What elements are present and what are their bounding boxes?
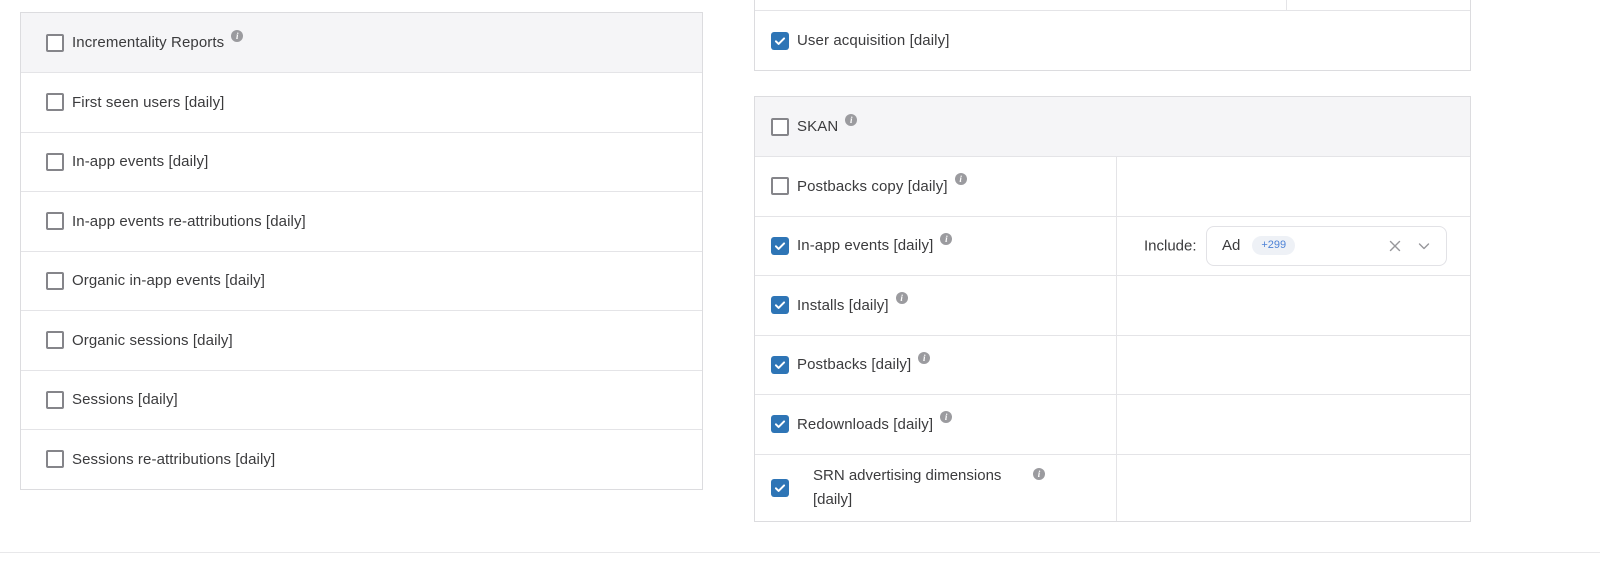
report-label: Installs [daily] xyxy=(797,297,889,314)
cropped-row xyxy=(755,0,1470,11)
report-row: Sessions re-attributions [daily] xyxy=(21,429,702,489)
report-label: In-app events [daily] xyxy=(72,153,208,170)
report-cell: Installs [daily] i xyxy=(755,276,1117,335)
report-row: First seen users [daily] xyxy=(21,72,702,132)
chevron-down-icon[interactable] xyxy=(1416,238,1432,254)
report-cell: In-app events [daily] i xyxy=(755,217,1117,276)
checkbox[interactable] xyxy=(771,415,789,433)
report-label: Organic sessions [daily] xyxy=(72,332,233,349)
report-label-line1: SRN advertising dimensions xyxy=(813,464,1116,488)
report-row: In-app events [daily] i Include: Ad +299 xyxy=(755,216,1470,276)
checkbox[interactable] xyxy=(771,237,789,255)
report-row: In-app events re-attributions [daily] xyxy=(21,191,702,251)
info-icon[interactable]: i xyxy=(955,173,967,185)
report-label: Redownloads [daily] xyxy=(797,416,933,433)
checkbox[interactable] xyxy=(46,93,64,111)
report-row: Sessions [daily] xyxy=(21,370,702,430)
info-icon[interactable]: i xyxy=(918,352,930,364)
report-cell: Postbacks [daily] i xyxy=(755,336,1117,395)
report-cell-extra xyxy=(1117,395,1470,454)
report-label: User acquisition [daily] xyxy=(797,32,949,49)
checkbox[interactable] xyxy=(771,32,789,50)
report-row: SRN advertising dimensions[daily]i xyxy=(755,454,1470,521)
report-row: In-app events [daily] xyxy=(21,132,702,192)
report-cell-extra xyxy=(1117,157,1470,216)
report-label: Sessions re-attributions [daily] xyxy=(72,451,275,468)
checkbox[interactable] xyxy=(46,153,64,171)
info-icon[interactable]: i xyxy=(231,30,243,42)
info-icon[interactable]: i xyxy=(940,411,952,423)
incrementality-reports-table: Incrementality Reports i First seen users … xyxy=(20,12,703,490)
report-label-line2: [daily] xyxy=(813,488,1116,512)
report-row: Installs [daily] i xyxy=(755,275,1470,335)
report-cell: Postbacks copy [daily] i xyxy=(755,157,1117,216)
checkbox[interactable] xyxy=(771,177,789,195)
report-label: SKAN xyxy=(797,118,838,135)
report-row: User acquisition [daily] xyxy=(755,11,1470,70)
checkbox[interactable] xyxy=(46,391,64,409)
include-selected-value: Ad xyxy=(1222,237,1240,254)
checkbox[interactable] xyxy=(46,450,64,468)
column-divider xyxy=(1286,0,1287,10)
page-divider xyxy=(0,552,1600,553)
report-cell-extra xyxy=(1117,455,1470,521)
report-label: First seen users [daily] xyxy=(72,94,224,111)
report-label: Organic in-app events [daily] xyxy=(72,272,265,289)
group-header-row: Incrementality Reports i xyxy=(21,13,702,72)
info-icon[interactable]: i xyxy=(845,114,857,126)
report-row: Postbacks [daily] i xyxy=(755,335,1470,395)
include-label: Include: xyxy=(1144,237,1197,254)
report-label: Sessions [daily] xyxy=(72,391,178,408)
checkbox[interactable] xyxy=(46,212,64,230)
report-label: SRN advertising dimensions[daily] xyxy=(813,455,1116,512)
count-badge: +299 xyxy=(1252,236,1295,255)
report-cell-extra xyxy=(1117,276,1470,335)
info-icon[interactable]: i xyxy=(940,233,952,245)
report-row: Redownloads [daily] i xyxy=(755,394,1470,454)
report-cell: Redownloads [daily] i xyxy=(755,395,1117,454)
report-row: Organic sessions [daily] xyxy=(21,310,702,370)
checkbox[interactable] xyxy=(771,118,789,136)
checkbox[interactable] xyxy=(771,356,789,374)
checkbox[interactable] xyxy=(46,272,64,290)
user-acquisition-table: User acquisition [daily] xyxy=(754,0,1471,71)
group-header-row: SKAN i xyxy=(755,97,1470,156)
report-row: Organic in-app events [daily] xyxy=(21,251,702,311)
report-label: In-app events [daily] xyxy=(797,237,933,254)
checkbox[interactable] xyxy=(46,331,64,349)
info-icon[interactable]: i xyxy=(1033,468,1045,480)
checkbox[interactable] xyxy=(771,479,789,497)
report-label: In-app events re-attributions [daily] xyxy=(72,213,306,230)
checkbox[interactable] xyxy=(46,34,64,52)
report-cell-extra xyxy=(1117,336,1470,395)
report-label: Postbacks copy [daily] xyxy=(797,178,948,195)
report-label: Postbacks [daily] xyxy=(797,356,911,373)
report-row: Postbacks copy [daily] i xyxy=(755,156,1470,216)
skan-table: SKANiPostbacks copy [daily]iIn-app event… xyxy=(754,96,1471,522)
report-label: Incrementality Reports xyxy=(72,34,224,51)
report-cell-extra: Include: Ad +299 xyxy=(1117,217,1470,276)
clear-icon[interactable] xyxy=(1387,238,1403,254)
info-icon[interactable]: i xyxy=(896,292,908,304)
checkbox[interactable] xyxy=(771,296,789,314)
report-cell: SRN advertising dimensions[daily]i xyxy=(755,455,1117,521)
include-select[interactable]: Ad +299 xyxy=(1206,226,1447,266)
